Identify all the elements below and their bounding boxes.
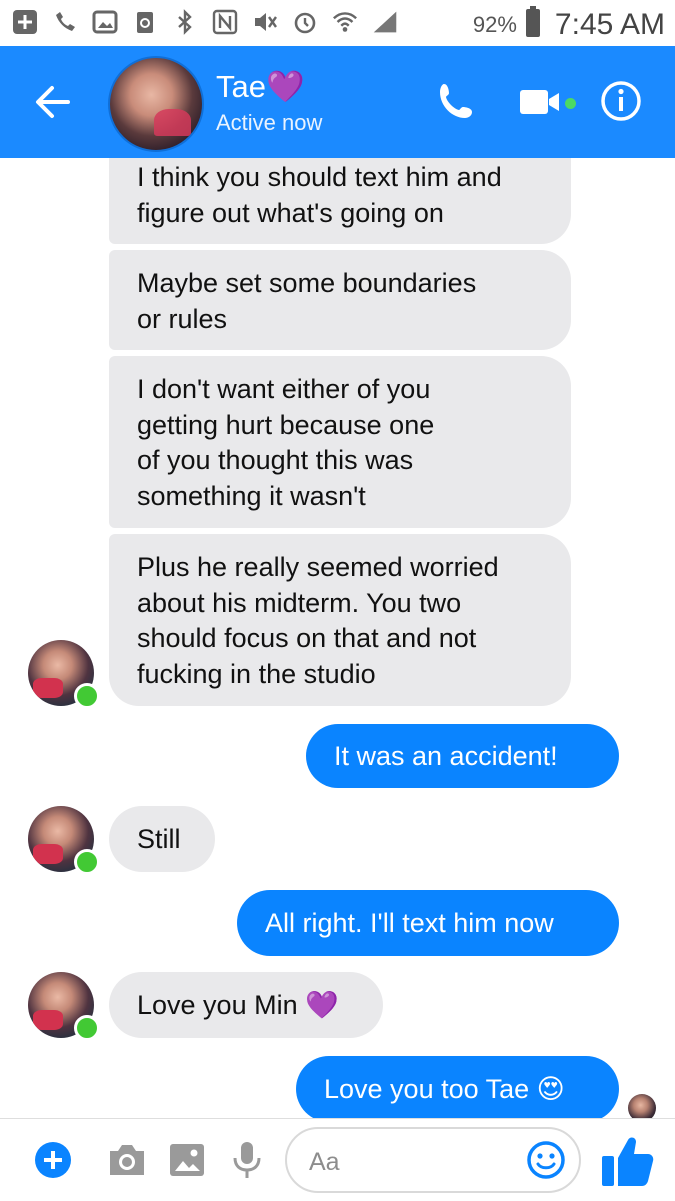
plus-icon[interactable] xyxy=(32,1139,74,1181)
outgoing-message[interactable]: Love you too Tae 😍 xyxy=(296,1056,619,1122)
alarm-icon xyxy=(292,8,318,36)
wifi-call-icon xyxy=(52,8,78,36)
camera-icon[interactable] xyxy=(106,1139,148,1181)
conversation-header: Tae💜 Active now xyxy=(0,46,675,158)
battery-icon xyxy=(525,6,541,43)
online-indicator xyxy=(74,849,100,875)
wifi-icon xyxy=(332,8,358,36)
outgoing-message[interactable]: It was an accident! xyxy=(306,724,619,788)
incoming-message[interactable]: Maybe set some boundaries or rules xyxy=(109,250,571,350)
incoming-message[interactable]: I don't want either of you getting hurt … xyxy=(109,356,571,528)
microphone-icon[interactable] xyxy=(226,1139,268,1181)
outgoing-message[interactable]: All right. I'll text him now xyxy=(237,890,619,956)
incoming-message[interactable]: Still xyxy=(109,806,215,872)
message-input-container xyxy=(285,1127,581,1193)
signal-icon xyxy=(372,8,398,36)
presence-status: Active now xyxy=(216,110,323,135)
nfc-icon xyxy=(212,8,238,36)
recycle-icon xyxy=(132,8,158,36)
incoming-message[interactable]: I think you should text him and figure o… xyxy=(109,158,571,244)
info-icon[interactable] xyxy=(600,80,642,122)
phone-call-icon[interactable] xyxy=(436,80,478,122)
video-active-dot xyxy=(565,98,576,109)
back-button[interactable] xyxy=(30,82,76,122)
bluetooth-icon xyxy=(172,8,198,36)
contact-name[interactable]: Tae💜 xyxy=(216,68,305,105)
mute-icon xyxy=(252,8,278,36)
status-bar: 92% 7:45 AM xyxy=(0,0,675,46)
add-notification-icon xyxy=(12,8,38,36)
contact-avatar[interactable] xyxy=(108,56,204,152)
gallery-icon[interactable] xyxy=(166,1139,208,1181)
battery-percent: 92% xyxy=(472,11,517,37)
video-call-icon[interactable] xyxy=(518,82,564,122)
emoji-icon[interactable] xyxy=(525,1139,567,1181)
message-composer xyxy=(0,1118,675,1201)
incoming-message[interactable]: Plus he really seemed worried about his … xyxy=(109,534,571,706)
online-indicator xyxy=(74,1015,100,1041)
online-indicator xyxy=(74,683,100,709)
gallery-icon xyxy=(92,8,118,36)
incoming-message[interactable]: Love you Min 💜 xyxy=(109,972,383,1038)
clock-time: 7:45 AM xyxy=(554,7,665,41)
thumbs-up-icon[interactable] xyxy=(598,1131,658,1191)
message-input[interactable] xyxy=(307,1141,511,1183)
